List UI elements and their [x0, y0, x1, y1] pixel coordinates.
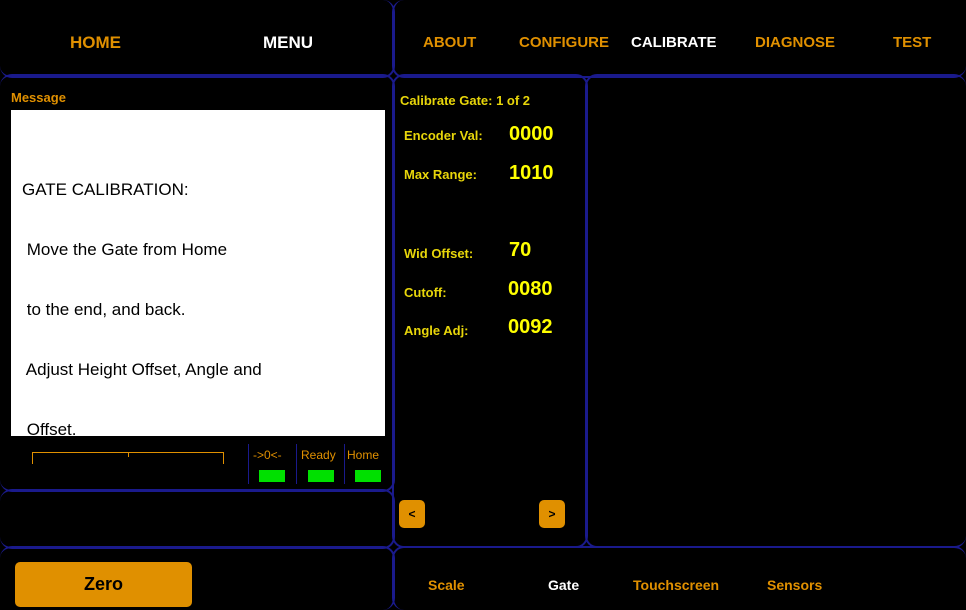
indicator-ready-label: Ready: [301, 448, 336, 462]
indicator-ready-led: [308, 470, 334, 482]
encoder-label: Encoder Val:: [404, 128, 483, 143]
indicator-divider: [296, 444, 297, 484]
message-title: Message: [11, 90, 66, 105]
indicator-zero-label: ->0<-: [253, 448, 282, 462]
home-button[interactable]: HOME: [70, 33, 121, 53]
prev-button[interactable]: <: [399, 500, 425, 528]
wid-offset-label: Wid Offset:: [404, 246, 474, 261]
wid-offset-value: 70: [509, 239, 532, 261]
tab-sensors[interactable]: Sensors: [767, 577, 822, 593]
nav-diagnose[interactable]: DIAGNOSE: [755, 34, 835, 51]
header-left-panel: [0, 0, 395, 78]
angle-adj-label: Angle Adj:: [404, 323, 469, 338]
calibrate-title: Calibrate Gate: 1 of 2: [400, 93, 531, 108]
status-bar-panel: [0, 489, 395, 549]
cutoff-value: 0080: [508, 278, 553, 300]
tab-gate[interactable]: Gate: [548, 577, 579, 593]
encoder-value: 0000: [509, 123, 554, 145]
nav-about[interactable]: ABOUT: [423, 34, 476, 51]
message-line: Offset.: [22, 420, 77, 439]
tab-scale[interactable]: Scale: [428, 577, 465, 593]
max-range-label: Max Range:: [404, 167, 477, 182]
message-line: GATE CALIBRATION:: [22, 180, 189, 199]
tab-touchscreen[interactable]: Touchscreen: [633, 577, 719, 593]
message-line: to the end, and back.: [22, 300, 186, 319]
max-range-value: 1010: [509, 162, 554, 184]
indicator-home-label: Home: [347, 448, 380, 462]
ruler-tick: [128, 452, 129, 457]
message-line: Move the Gate from Home: [22, 240, 228, 259]
nav-test[interactable]: TEST: [893, 34, 931, 51]
next-button[interactable]: >: [539, 500, 565, 528]
zero-button[interactable]: Zero: [15, 562, 192, 607]
message-box: GATE CALIBRATION: Move the Gate from Hom…: [11, 110, 385, 439]
angle-adj-value: 0092: [508, 316, 553, 338]
indicator-divider: [344, 444, 345, 484]
indicator-divider: [248, 444, 249, 484]
calibrate-panel-frame: [392, 74, 588, 548]
message-line: Adjust Height Offset, Angle and: [22, 360, 262, 379]
nav-configure[interactable]: CONFIGURE: [519, 34, 609, 51]
cutoff-label: Cutoff:: [404, 285, 447, 300]
indicator-zero-led: [259, 470, 285, 482]
nav-calibrate[interactable]: CALIBRATE: [631, 34, 717, 51]
menu-button[interactable]: MENU: [263, 33, 313, 53]
right-empty-panel: [585, 74, 966, 548]
indicator-home-led: [355, 470, 381, 482]
